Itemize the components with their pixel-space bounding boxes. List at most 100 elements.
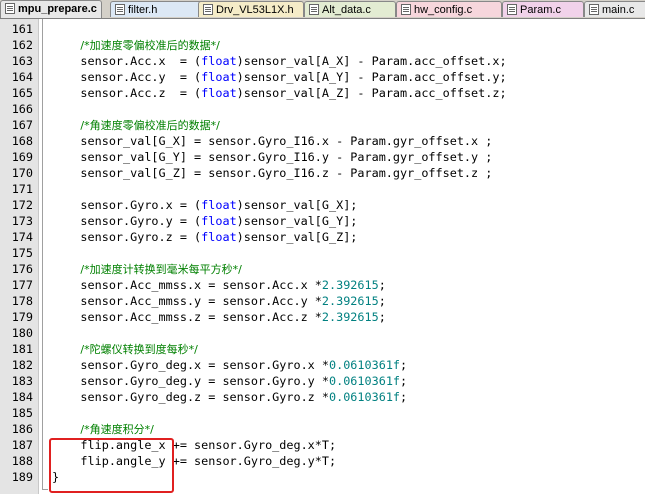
code-token: 2.392615 [321, 294, 379, 308]
code-text: sensor.Gyro.z = (float)sensor_val[G_Z]; [52, 229, 357, 245]
code-line: 182 sensor.Gyro_deg.x = sensor.Gyro.x *0… [0, 357, 645, 373]
code-text: sensor.Gyro.y = (float)sensor_val[G_Y]; [52, 213, 357, 229]
code-token: )sensor_val[G_Y]; [236, 214, 358, 228]
code-token: 0.0610361f [329, 358, 401, 372]
tab-label: Alt_data.c [322, 4, 371, 16]
code-token: /*角速度积分*/ [80, 423, 154, 436]
code-text: sensor.Acc.y = (float)sensor_val[A_Y] - … [52, 69, 507, 85]
code-token: ; [400, 374, 408, 388]
code-line: 177 sensor.Acc_mmss.x = sensor.Acc.x *2.… [0, 277, 645, 293]
code-text: } [52, 469, 59, 485]
code-token: /*加速度零偏校准后的数据*/ [80, 39, 220, 52]
line-number: 189 [11, 470, 33, 484]
code-line: 166 [0, 101, 645, 117]
code-text: sensor_val[G_X] = sensor.Gyro_I16.x - Pa… [52, 133, 492, 149]
tab-filter-h[interactable]: filter.h [110, 1, 206, 17]
code-token: sensor.Acc.y = ( [52, 70, 202, 84]
code-token: sensor_val[G_Y] = sensor.Gyro_I16.y - Pa… [52, 150, 493, 164]
code-line: 179 sensor.Acc_mmss.z = sensor.Acc.z *2.… [0, 309, 645, 325]
code-token: )sensor_val[A_Z] - Param.acc_offset.z; [236, 86, 507, 100]
file-icon [401, 4, 411, 15]
line-number: 168 [11, 134, 33, 148]
line-number: 167 [11, 118, 33, 132]
code-line: 168 sensor_val[G_X] = sensor.Gyro_I16.x … [0, 133, 645, 149]
tab-label: Param.c [520, 4, 561, 16]
tab-main-c[interactable]: main.c [584, 1, 645, 17]
tab-mpu-prepare-c[interactable]: mpu_prepare.c [0, 0, 102, 18]
code-token: sensor.Acc_mmss.x = sensor.Acc.x * [52, 278, 322, 292]
code-text: sensor.Acc.x = (float)sensor_val[A_X] - … [52, 53, 506, 69]
tab-drv-vl53l1x-h[interactable]: Drv_VL53L1X.h [198, 1, 304, 17]
code-text: sensor.Gyro_deg.z = sensor.Gyro.z *0.061… [52, 389, 407, 405]
code-text: sensor_val[G_Y] = sensor.Gyro_I16.y - Pa… [52, 149, 492, 165]
line-number: 161 [11, 22, 33, 36]
code-line: 174 sensor.Gyro.z = (float)sensor_val[G_… [0, 229, 645, 245]
fold-guide-end [42, 489, 48, 490]
line-number: 185 [11, 406, 33, 420]
code-line: 185 [0, 405, 645, 421]
line-number: 188 [11, 454, 33, 468]
code-token: sensor.Acc_mmss.z = sensor.Acc.z * [52, 310, 322, 324]
code-line: 170 sensor_val[G_Z] = sensor.Gyro_I16.z … [0, 165, 645, 181]
tab-label: Drv_VL53L1X.h [216, 4, 294, 16]
code-text: sensor.Acc_mmss.z = sensor.Acc.z *2.3926… [52, 309, 385, 325]
file-icon [115, 4, 125, 15]
code-line: 188 flip.angle_y += sensor.Gyro_deg.y*T; [0, 453, 645, 469]
line-number: 180 [11, 326, 33, 340]
file-icon [5, 3, 15, 14]
code-text: /*加速度零偏校准后的数据*/ [52, 37, 220, 54]
code-line: 165 sensor.Acc.z = (float)sensor_val[A_Z… [0, 85, 645, 101]
code-line: 186 /*角速度积分*/ [0, 421, 645, 437]
file-tab-bar: mpu_prepare.c filter.h Drv_VL53L1X.h Alt_da… [0, 0, 645, 19]
code-line: 180 [0, 325, 645, 341]
code-line: 172 sensor.Gyro.x = (float)sensor_val[G_… [0, 197, 645, 213]
code-token: float [201, 230, 237, 244]
code-token: ; [378, 278, 386, 292]
code-token: sensor.Acc_mmss.y = sensor.Acc.y * [52, 294, 322, 308]
code-line: 187 flip.angle_x += sensor.Gyro_deg.x*T; [0, 437, 645, 453]
code-token: sensor.Gyro.z = ( [52, 230, 202, 244]
code-line: 184 sensor.Gyro_deg.z = sensor.Gyro.z *0… [0, 389, 645, 405]
code-token: 2.392615 [321, 278, 379, 292]
line-number: 175 [11, 246, 33, 260]
code-token: )sensor_val[A_Y] - Param.acc_offset.y; [236, 70, 507, 84]
code-editor[interactable]: 161 162 /*加速度零偏校准后的数据*/163 sensor.Acc.x =… [0, 19, 645, 494]
code-token: float [201, 214, 237, 228]
tab-alt-data-c[interactable]: Alt_data.c [304, 1, 396, 17]
code-line: 163 sensor.Acc.x = (float)sensor_val[A_X… [0, 53, 645, 69]
code-text: sensor.Gyro_deg.x = sensor.Gyro.x *0.061… [52, 357, 407, 373]
code-text: sensor_val[G_Z] = sensor.Gyro_I16.z - Pa… [52, 165, 492, 181]
code-token: ; [400, 390, 408, 404]
code-token: float [201, 54, 237, 68]
line-number: 176 [11, 262, 33, 276]
tab-label: mpu_prepare.c [18, 3, 97, 15]
code-text: /*角速度零偏校准后的数据*/ [52, 117, 219, 134]
code-token: sensor.Acc.z = ( [52, 86, 202, 100]
code-line: 173 sensor.Gyro.y = (float)sensor_val[G_… [0, 213, 645, 229]
code-text: flip.angle_y += sensor.Gyro_deg.y*T; [52, 453, 336, 469]
line-number: 171 [11, 182, 33, 196]
code-token: ; [400, 358, 408, 372]
tab-param-c[interactable]: Param.c [502, 1, 584, 17]
line-number: 184 [11, 390, 33, 404]
tab-hw-config-c[interactable]: hw_config.c [396, 1, 502, 17]
line-number: 178 [11, 294, 33, 308]
line-number: 164 [11, 70, 33, 84]
code-token: ; [378, 294, 386, 308]
code-token: )sensor_val[G_Z]; [236, 230, 358, 244]
code-text: /*加速度计转换到毫米每平方秒*/ [52, 261, 241, 278]
line-number: 165 [11, 86, 33, 100]
code-text: sensor.Gyro.x = (float)sensor_val[G_X]; [52, 197, 357, 213]
code-token: float [201, 198, 237, 212]
code-token: sensor.Gyro.y = ( [52, 214, 202, 228]
code-line: 171 [0, 181, 645, 197]
code-line: 176 /*加速度计转换到毫米每平方秒*/ [0, 261, 645, 277]
code-line: 189} [0, 469, 645, 485]
code-line: 161 [0, 21, 645, 37]
file-icon [589, 4, 599, 15]
